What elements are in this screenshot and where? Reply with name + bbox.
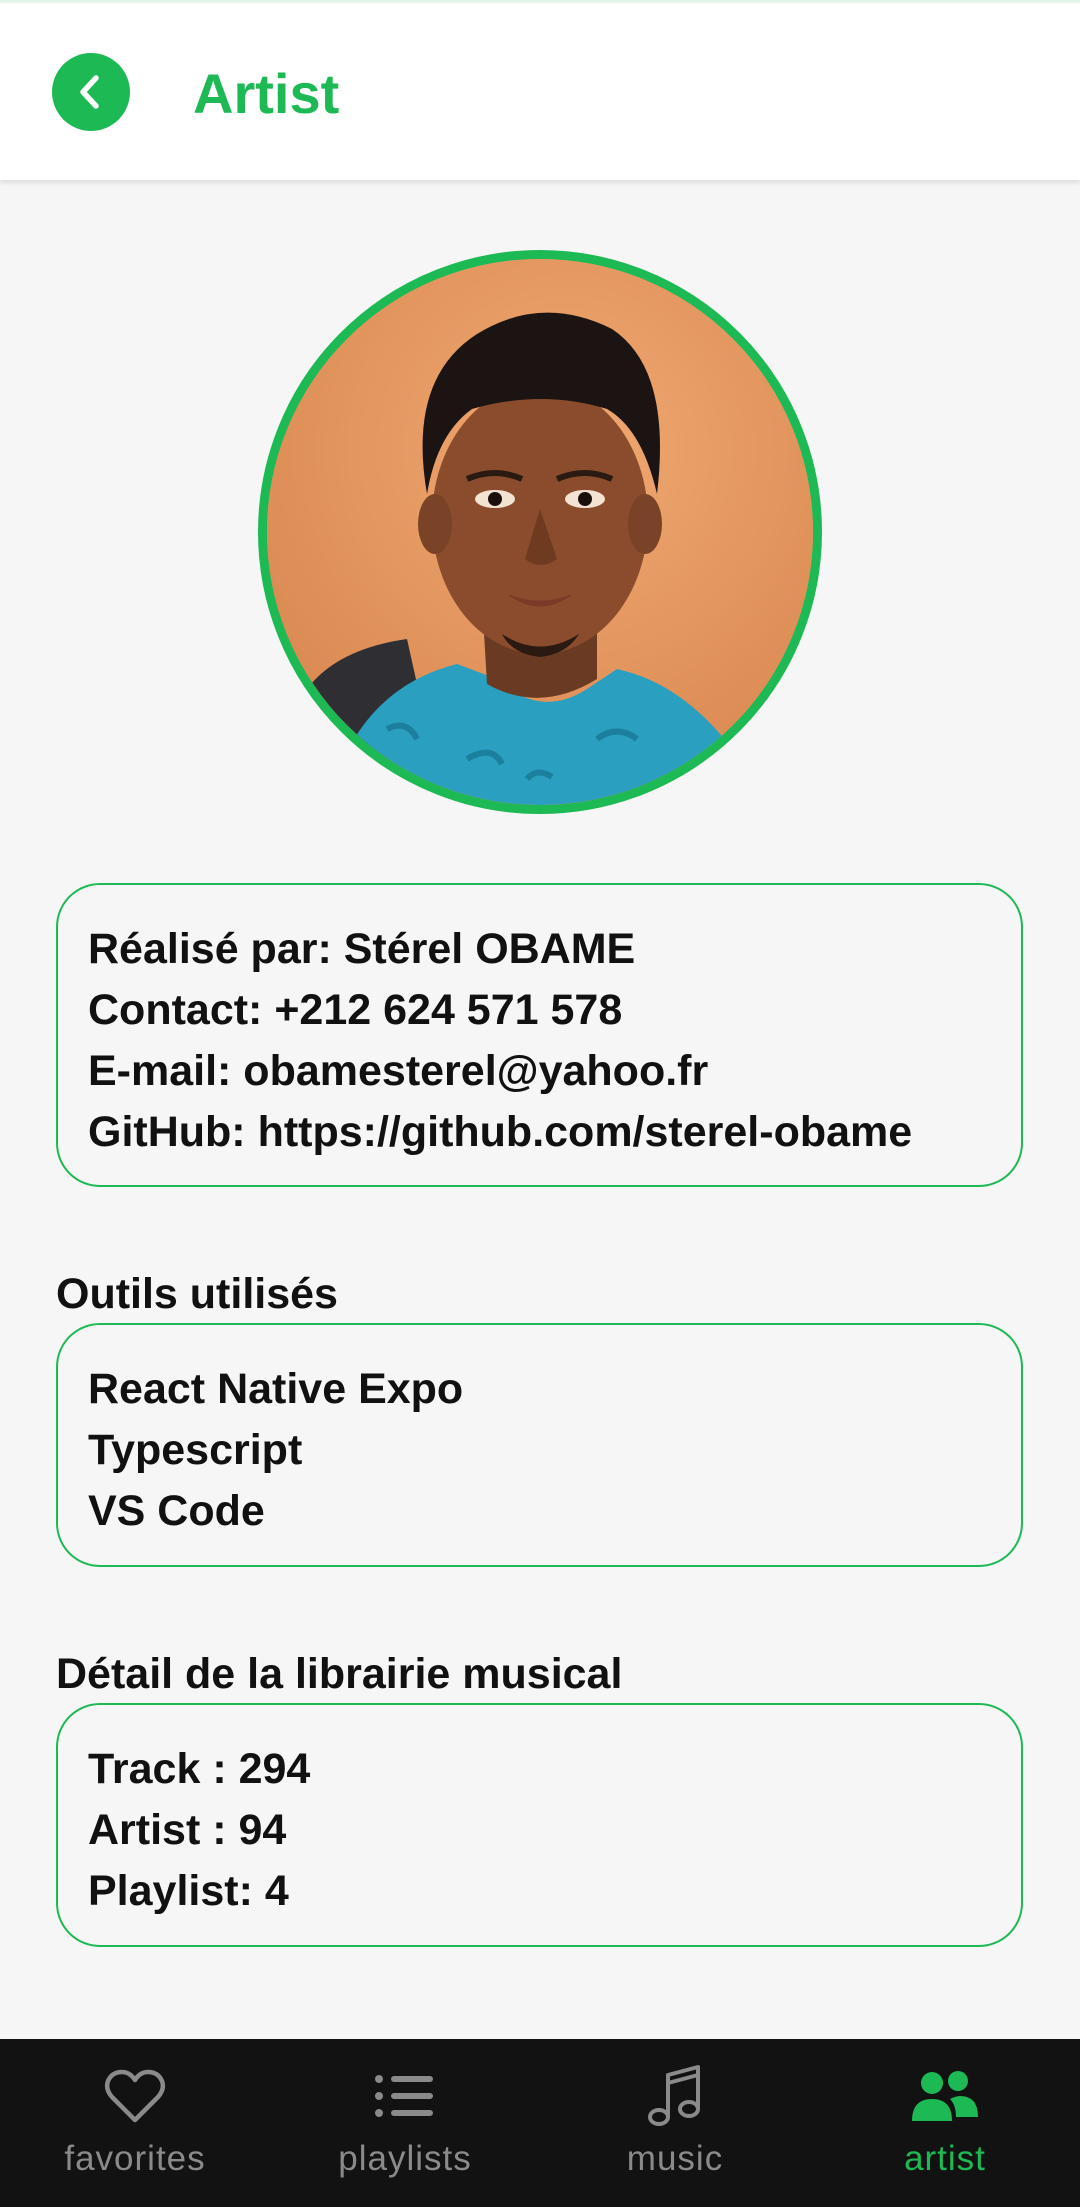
tab-label: playlists <box>338 2139 472 2178</box>
tab-label: music <box>626 2139 724 2178</box>
tool-item: Typescript <box>88 1426 303 1474</box>
list-icon <box>375 2075 433 2117</box>
tab-label: artist <box>904 2139 986 2178</box>
heart-icon <box>104 2069 166 2123</box>
page-title: Artist <box>193 62 340 125</box>
github-link[interactable]: GitHub: https://github.com/sterel-obame <box>88 1102 991 1163</box>
tab-label: favorites <box>64 2139 206 2178</box>
email-text: E-mail: obamesterel@yahoo.fr <box>88 1047 709 1095</box>
artist-avatar <box>258 250 822 814</box>
bottom-tab-bar: favorites playlists music artist <box>0 2039 1080 2207</box>
library-section-title: Détail de la librairie musical <box>56 1650 623 1698</box>
contact-phone-text: Contact: +212 624 571 578 <box>88 986 623 1034</box>
tab-playlists[interactable]: playlists <box>270 2039 540 2207</box>
tool-item: VS Code <box>88 1487 265 1535</box>
top-app-bar: Artist <box>0 0 1080 180</box>
library-details-card: Track : 294 Artist : 94 Playlist: 4 <box>56 1703 1023 1947</box>
author-name-text: Réalisé par: Stérel OBAME <box>88 925 636 973</box>
back-button[interactable] <box>52 53 130 131</box>
author-info-card: Réalisé par: Stérel OBAME Contact: +212 … <box>56 883 1023 1187</box>
tab-artist[interactable]: artist <box>810 2039 1080 2207</box>
artist-content: Réalisé par: Stérel OBAME Contact: +212 … <box>0 180 1080 1992</box>
tab-favorites[interactable]: favorites <box>0 2039 270 2207</box>
artist-portrait-photo <box>267 259 813 805</box>
chevron-left-icon <box>80 75 99 109</box>
tab-music[interactable]: music <box>540 2039 810 2207</box>
tools-section-title: Outils utilisés <box>56 1270 338 1318</box>
playlist-count-text: Playlist: 4 <box>88 1867 289 1915</box>
artist-count-text: Artist : 94 <box>88 1806 287 1854</box>
users-icon <box>912 2071 978 2121</box>
track-count-text: Track : 294 <box>88 1745 311 1793</box>
tools-card: React Native Expo Typescript VS Code <box>56 1323 1023 1567</box>
music-note-icon <box>648 2065 700 2126</box>
tool-item: React Native Expo <box>88 1365 464 1413</box>
